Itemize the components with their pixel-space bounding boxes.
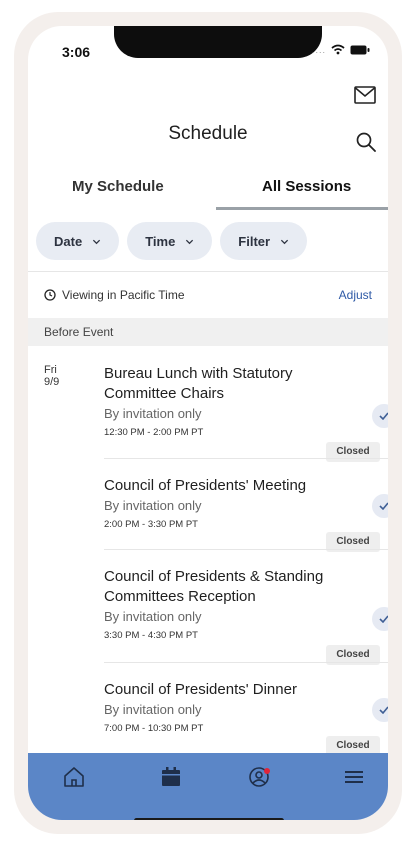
profile-icon[interactable] [248,765,272,789]
home-icon[interactable] [62,765,86,789]
status-time: 3:06 [62,44,91,60]
session-title: Bureau Lunch with Statutory Committee Ch… [104,365,293,402]
divider [28,271,388,272]
more-filter-label: Filter [238,233,271,249]
mail-icon[interactable] [354,86,376,104]
session-time: 12:30 PM - 2:00 PM PT [104,427,204,438]
day-date: 9/9 [44,376,60,388]
tab-my-schedule[interactable]: My Schedule [72,178,164,195]
timezone-notice: Viewing in Pacific Time [44,288,185,302]
session-time: 3:30 PM - 4:30 PM PT [104,630,198,641]
session-subtitle: By invitation only [104,498,202,513]
filter-bar: Date Time Filter [36,222,308,260]
add-to-schedule-button[interactable] [372,698,388,722]
session-subtitle: By invitation only [104,609,202,624]
session-title: Council of Presidents' Meeting [104,477,307,494]
notification-badge [264,768,270,774]
time-filter-button[interactable]: Time [127,222,213,260]
signal-icon: .... [311,44,326,55]
checkmark-icon [379,615,388,623]
day-label: Fri 9/9 [44,364,59,388]
calendar-icon[interactable] [159,765,183,789]
more-filter-button[interactable]: Filter [220,222,308,260]
add-to-schedule-button[interactable] [372,404,388,428]
session-item[interactable]: Council of Presidents & Standing Committ… [104,567,388,665]
session-item[interactable]: Council of Presidents' Meeting By invita… [104,476,388,552]
session-time: 7:00 PM - 10:30 PM PT [104,723,204,734]
timezone-text: Viewing in Pacific Time [62,288,185,302]
session-title: Council of Presidents & Standing Committ… [104,568,324,605]
checkmark-icon [379,412,388,420]
schedule-tabs: My Schedule All Sessions [28,164,388,198]
status-badge: Closed [326,442,380,462]
battery-icon [350,45,370,54]
chevron-down-icon [93,239,101,244]
page-title: Schedule [168,123,248,144]
checkmark-icon [379,706,388,714]
home-indicator [134,818,284,820]
session-time: 2:00 PM - 3:30 PM PT [104,519,198,530]
session-subtitle: By invitation only [104,406,202,421]
session-title: Council of Presidents' Dinner [104,681,297,698]
session-item[interactable]: Bureau Lunch with Statutory Committee Ch… [104,364,388,462]
device-notch [114,26,322,58]
chevron-down-icon [280,239,289,244]
tab-all-sessions[interactable]: All Sessions [262,178,351,195]
menu-icon[interactable] [342,765,366,789]
search-icon[interactable] [356,132,376,152]
app-screen: 3:06 .... Schedule My Schedule All Sessi… [28,26,388,820]
adjust-timezone-link[interactable]: Adjust [339,288,372,302]
day-weekday: Fri [44,364,57,376]
section-label: Before Event [44,325,114,339]
status-indicators: .... [312,44,370,55]
row-divider [104,662,388,663]
status-bar: 3:06 .... [28,26,388,74]
row-divider [104,458,388,459]
time-filter-label: Time [145,233,176,249]
row-divider [104,549,388,550]
clock-icon [44,289,56,301]
bottom-nav [28,753,388,820]
active-tab-indicator [216,207,388,210]
checkmark-icon [379,502,388,510]
session-item[interactable]: Council of Presidents' Dinner By invitat… [104,680,388,756]
add-to-schedule-button[interactable] [372,494,388,518]
date-filter-button[interactable]: Date [36,222,120,260]
chevron-down-icon [186,239,194,244]
add-to-schedule-button[interactable] [372,607,388,631]
session-subtitle: By invitation only [104,702,202,717]
date-filter-label: Date [54,233,83,249]
device-frame: 3:06 .... Schedule My Schedule All Sessi… [14,12,402,834]
wifi-icon [331,44,345,55]
